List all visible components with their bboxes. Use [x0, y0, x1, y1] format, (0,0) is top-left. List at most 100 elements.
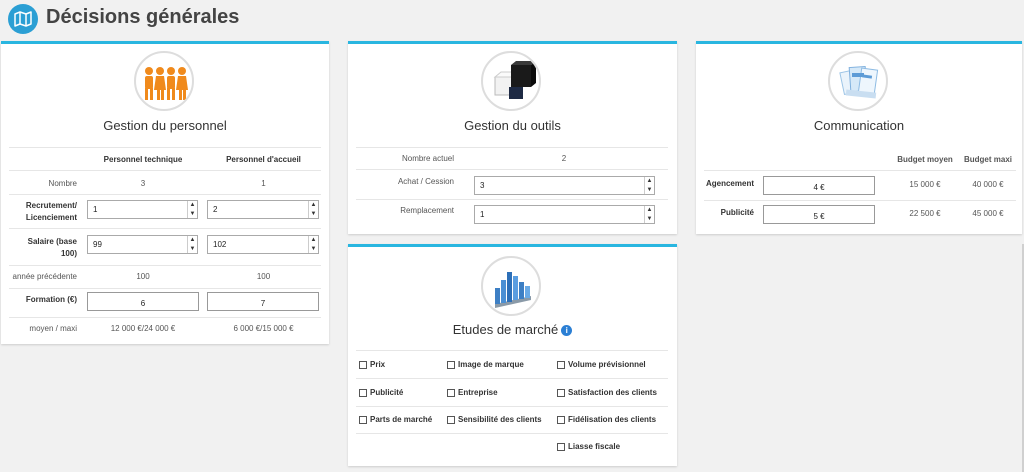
achat-cession-stepper[interactable]: ▲▼: [474, 176, 655, 195]
check-sensibilite-des-clients[interactable]: Sensibilité des clients: [447, 415, 542, 424]
achat-cession-label: Achat / Cession: [397, 177, 454, 186]
check-image-de-marque[interactable]: Image de marque: [447, 360, 524, 369]
stepper-arrows[interactable]: ▲ ▼: [187, 201, 197, 218]
personnel-title: Gestion du personnel: [103, 118, 227, 133]
formation-accueil-input[interactable]: [208, 295, 318, 312]
recrutement-accueil-input[interactable]: [208, 201, 296, 218]
moyen-technique-value: 12 000 €/24 000 €: [110, 324, 176, 333]
remplacement-input[interactable]: [475, 206, 619, 223]
checkbox-icon[interactable]: [447, 360, 455, 369]
increment-arrow-icon[interactable]: ▲: [188, 201, 197, 209]
communication-panel: Communication Budget moyen Budget maxi A…: [696, 41, 1022, 234]
salaire-accueil-stepper[interactable]: ▲▼: [207, 235, 319, 254]
outils-panel: Gestion du outils Nombre actuel 2 Achat …: [348, 41, 677, 234]
recrutement-label: Recrutement/ Licenciement: [9, 200, 77, 224]
check-volume-label: Volume prévisionnel: [568, 360, 646, 369]
decrement-arrow-icon[interactable]: ▼: [188, 210, 197, 218]
increment-arrow-icon[interactable]: ▲: [309, 236, 318, 244]
check-parts-de-marche[interactable]: Parts de marché: [359, 415, 432, 424]
checkbox-icon[interactable]: [447, 415, 455, 424]
achat-cession-input[interactable]: [475, 177, 619, 194]
decrement-arrow-icon[interactable]: ▼: [645, 186, 654, 194]
check-satisfaction-des-clients[interactable]: Satisfaction des clients: [557, 388, 657, 397]
stepper-arrows[interactable]: ▲ ▼: [187, 236, 197, 253]
check-publicite[interactable]: Publicité: [359, 388, 403, 397]
check-prix[interactable]: Prix: [359, 360, 385, 369]
personnel-panel: Gestion du personnel Personnel technique…: [1, 41, 329, 344]
checkbox-icon[interactable]: [557, 442, 565, 451]
check-prix-label: Prix: [370, 360, 386, 369]
divider: [9, 194, 321, 195]
publicite-label: Publicité: [720, 208, 754, 217]
etudes-panel: Etudes de marché i Prix Image de marque V…: [348, 244, 677, 466]
stepper-arrows[interactable]: ▲ ▼: [644, 206, 654, 223]
agencement-input[interactable]: [764, 179, 874, 196]
decrement-arrow-icon[interactable]: ▼: [309, 245, 318, 253]
salaire-label-line2: 100): [60, 249, 77, 258]
etudes-title: Etudes de marché: [452, 322, 559, 337]
publicite-maxi: 45 000 €: [972, 209, 1004, 218]
increment-arrow-icon[interactable]: ▲: [188, 236, 197, 244]
check-entreprise-label: Entreprise: [458, 388, 498, 397]
moyen-label: moyen / maxi: [29, 324, 77, 333]
info-icon[interactable]: i: [561, 325, 573, 337]
stepper-arrows[interactable]: ▲ ▼: [308, 201, 318, 218]
divider: [9, 265, 321, 266]
agencement-field[interactable]: [763, 176, 875, 196]
nombre-label: Nombre: [48, 179, 77, 188]
checkbox-icon[interactable]: [557, 360, 565, 369]
agencement-maxi: 40 000 €: [972, 180, 1004, 189]
recrutement-technique-stepper[interactable]: ▲▼: [87, 200, 198, 219]
formation-technique-field[interactable]: [87, 292, 199, 312]
stepper-arrows[interactable]: ▲ ▼: [644, 177, 654, 194]
decrement-arrow-icon[interactable]: ▼: [645, 215, 654, 223]
communication-title: Communication: [813, 118, 905, 133]
formation-technique-input[interactable]: [88, 295, 198, 312]
salaire-technique-stepper[interactable]: ▲▼: [87, 235, 198, 254]
increment-arrow-icon[interactable]: ▲: [645, 177, 654, 185]
divider: [356, 169, 668, 170]
recrutement-accueil-stepper[interactable]: ▲▼: [207, 200, 319, 219]
cubes-icon: [481, 51, 541, 111]
checkbox-icon[interactable]: [447, 388, 455, 397]
stepper-arrows[interactable]: ▲ ▼: [308, 236, 318, 253]
publicite-input[interactable]: [764, 208, 874, 225]
divider: [356, 433, 668, 434]
moyen-accueil-value: 6 000 €/15 000 €: [233, 324, 294, 333]
formation-accueil-field[interactable]: [207, 292, 319, 312]
checkbox-icon[interactable]: [359, 415, 367, 424]
divider: [9, 170, 321, 171]
check-entreprise[interactable]: Entreprise: [447, 388, 498, 397]
remplacement-stepper[interactable]: ▲▼: [474, 205, 655, 224]
decrement-arrow-icon[interactable]: ▼: [188, 245, 197, 253]
checkbox-icon[interactable]: [359, 388, 367, 397]
col-header-accueil: Personnel d'accueil: [226, 155, 301, 164]
map-icon: [8, 4, 38, 34]
col-header-technique: Personnel technique: [103, 155, 183, 164]
check-publicite-label: Publicité: [370, 388, 404, 397]
etudes-title-row: Etudes de marché i: [348, 322, 677, 337]
checkbox-icon[interactable]: [557, 415, 565, 424]
checkbox-icon[interactable]: [557, 388, 565, 397]
divider: [704, 170, 1016, 171]
check-liasse-fiscale[interactable]: Liasse fiscale: [557, 442, 620, 451]
decrement-arrow-icon[interactable]: ▼: [309, 210, 318, 218]
check-fidelisation-des-clients[interactable]: Fidélisation des clients: [557, 415, 656, 424]
budget-moyen-header: Budget moyen: [897, 155, 953, 164]
annee-technique-value: 100: [136, 272, 150, 281]
budget-maxi-header: Budget maxi: [963, 155, 1012, 164]
salaire-accueil-input[interactable]: [208, 236, 296, 253]
check-volume-previsionnel[interactable]: Volume prévisionnel: [557, 360, 646, 369]
remplacement-label: Remplacement: [400, 206, 454, 215]
checkbox-icon[interactable]: [359, 360, 367, 369]
publicite-field[interactable]: [763, 205, 875, 225]
recrutement-technique-input[interactable]: [88, 201, 176, 218]
nombre-actuel-label: Nombre actuel: [401, 154, 454, 163]
publicite-moyen: 22 500 €: [909, 209, 941, 218]
salaire-technique-input[interactable]: [88, 236, 176, 253]
outils-title: Gestion du outils: [464, 118, 561, 133]
page-title: Décisions générales: [46, 6, 240, 28]
salaire-label: Salaire (base 100): [9, 236, 77, 260]
increment-arrow-icon[interactable]: ▲: [309, 201, 318, 209]
increment-arrow-icon[interactable]: ▲: [645, 206, 654, 214]
